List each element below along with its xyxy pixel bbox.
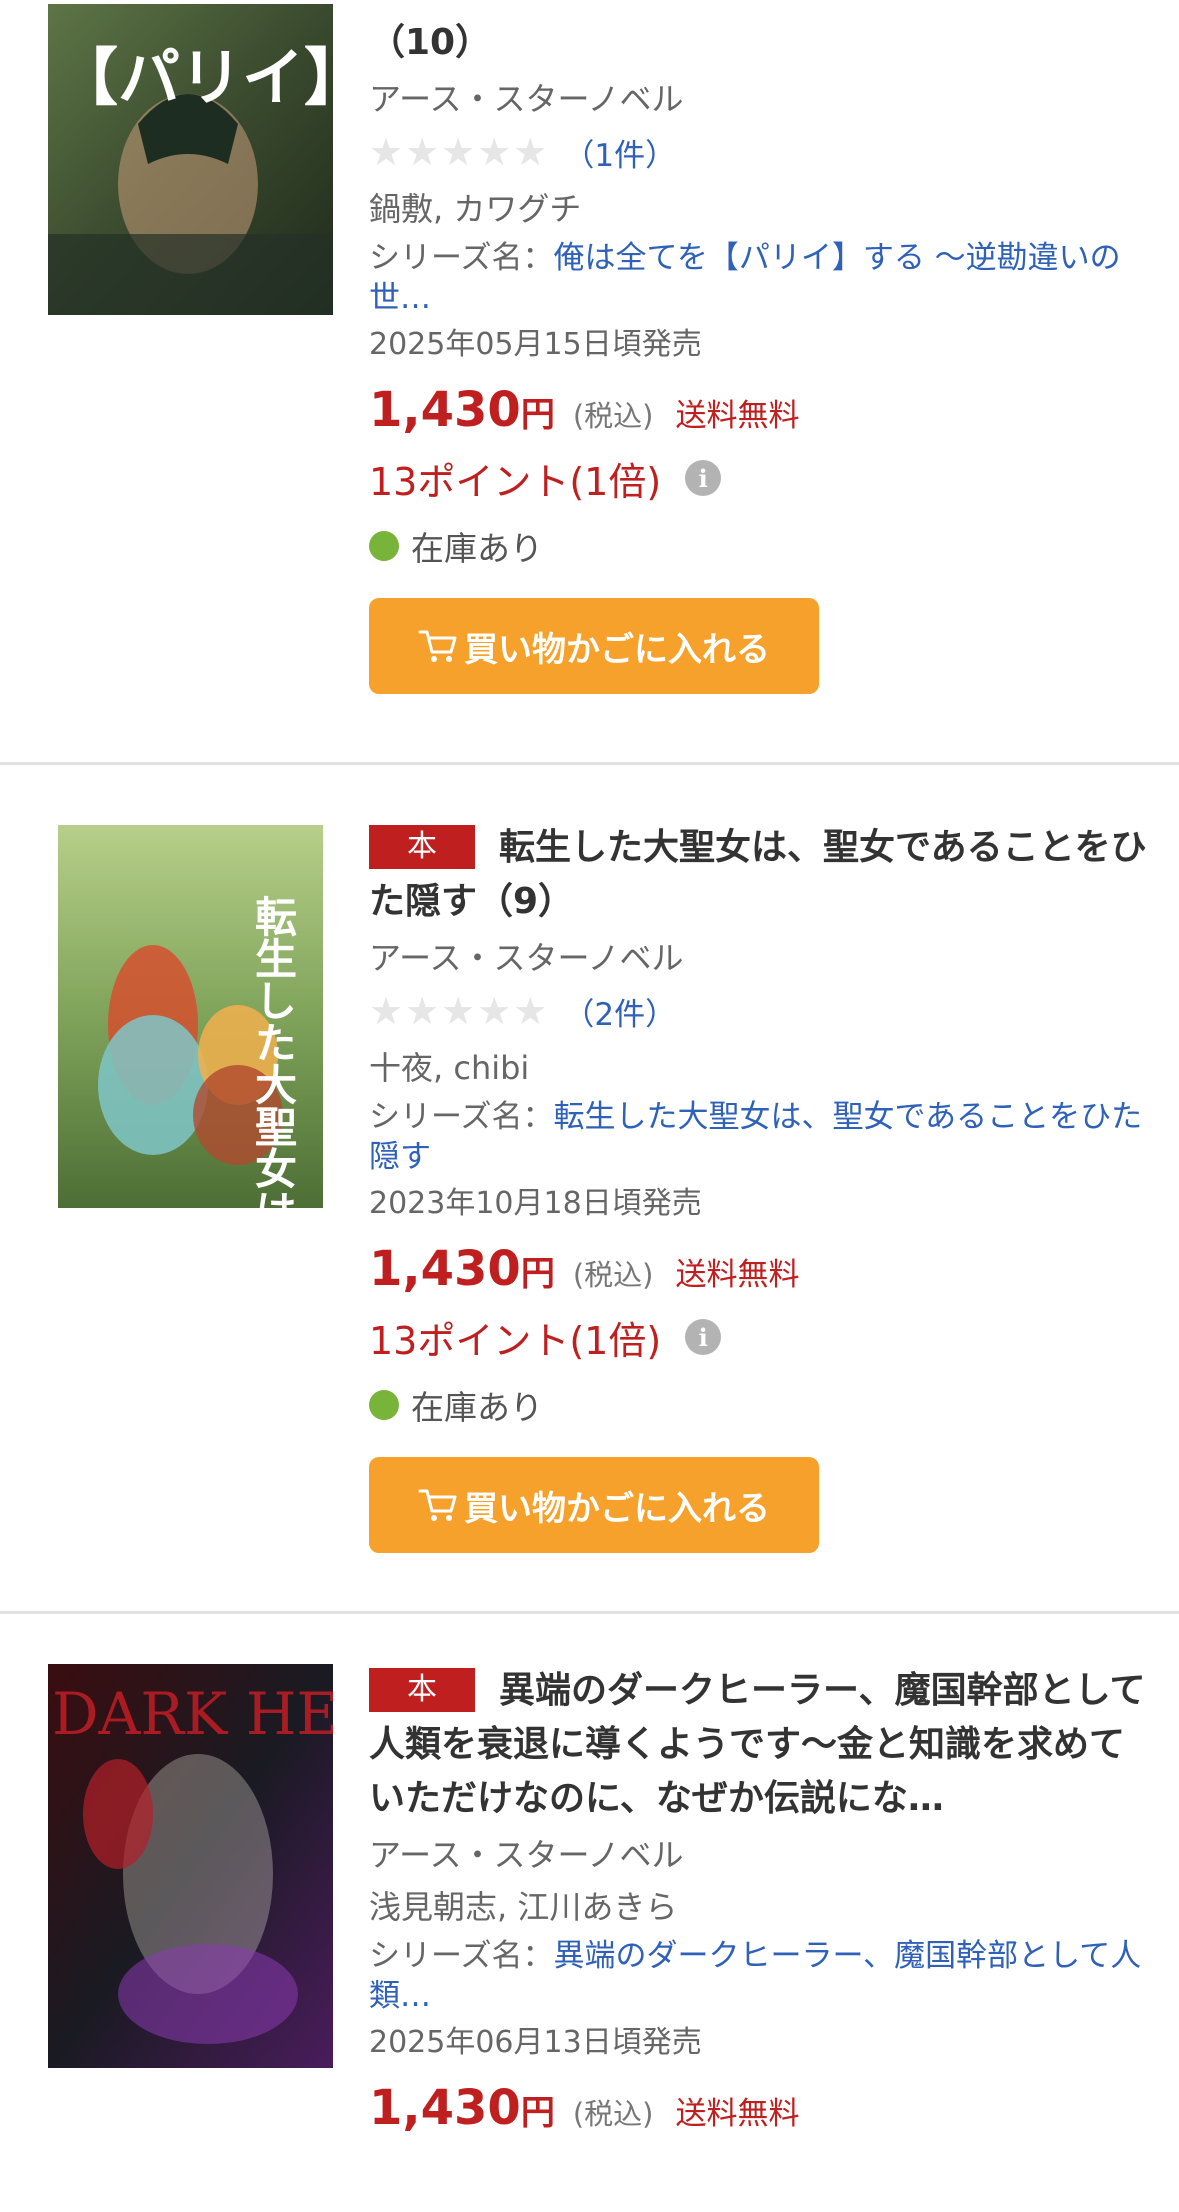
cover-text: 転生した大聖女は、 [249, 895, 298, 1208]
free-shipping-label: 送料無料 [675, 2096, 800, 2132]
release-date: 2025年05月15日頃発売 [369, 327, 702, 362]
cart-icon [418, 1489, 457, 1521]
authors: 浅見朝志, 江川あきら [369, 1888, 678, 1926]
stock-dot-icon [369, 531, 399, 561]
price-currency: 円 [520, 1254, 555, 1294]
points-text: 13ポイント(1倍) [369, 1318, 662, 1363]
stock-text: 在庫あり [411, 1388, 543, 1427]
price-currency: 円 [520, 2093, 555, 2133]
cover-text: 【パリイ】する [56, 41, 333, 114]
free-shipping-label: 送料無料 [675, 1257, 800, 1293]
add-to-cart-button[interactable]: 買い物かごに入れる [369, 1457, 819, 1553]
cart-icon [418, 630, 457, 662]
add-to-cart-button[interactable]: 買い物かごに入れる [369, 598, 819, 694]
price-row: 1,430 円 (税込) 送料無料 [369, 2080, 1149, 2140]
authors: 十夜, chibi [369, 1049, 530, 1087]
stock-status: 在庫あり [369, 1375, 1149, 1435]
info-icon[interactable]: i [685, 1319, 722, 1355]
publisher: アース・スターノベル [369, 80, 684, 118]
product-title[interactable]: 本転生した大聖女は、聖女であることをひた隠す（9） [369, 821, 1149, 929]
rating: ★★★★★ （2件） [369, 983, 1149, 1039]
series-label: シリーズ名： [369, 240, 554, 276]
product-title[interactable]: （10） [369, 16, 1149, 70]
book-cover-image[interactable]: 転生した大聖女は、 [58, 825, 323, 1208]
review-count-link[interactable]: （2件） [563, 989, 676, 1034]
price-value: 1,430 [369, 382, 521, 438]
book-cover-image[interactable]: DARK HEALER [48, 1664, 333, 2068]
series-label: シリーズ名： [369, 1099, 554, 1135]
review-count-link[interactable]: （1件） [563, 130, 676, 175]
stock-text: 在庫あり [411, 529, 543, 568]
add-to-cart-label: 買い物かごに入れる [464, 1489, 770, 1528]
release-date: 2023年10月18日頃発売 [369, 1186, 702, 1221]
stock-dot-icon [369, 1390, 399, 1420]
product-title-text[interactable]: （10） [369, 22, 491, 63]
price-row: 1,430 円 (税込) 送料無料 [369, 1241, 1149, 1301]
info-icon[interactable]: i [685, 460, 722, 496]
star-rating-icon: ★★★★★ [369, 130, 550, 174]
series-line: シリーズ名：転生した大聖女は、聖女であることをひた隠す [369, 1097, 1149, 1177]
product-title-text[interactable]: 転生した大聖女は、聖女であることをひた隠す（9） [369, 827, 1147, 922]
price-row: 1,430 円 (税込) 送料無料 [369, 382, 1149, 442]
publisher: アース・スターノベル [369, 1836, 684, 1874]
points-text: 13ポイント(1倍) [369, 459, 662, 504]
points-row: 13ポイント(1倍) i [369, 1307, 1149, 1367]
authors: 鍋敷, カワグチ [369, 190, 582, 228]
price-value: 1,430 [369, 1241, 521, 1297]
product-item: DARK HEALER 本異端のダークヒーラー、魔国幹部として人類を衰退に導くよ… [0, 1614, 1179, 2212]
book-badge: 本 [369, 825, 475, 869]
product-title[interactable]: 本異端のダークヒーラー、魔国幹部として人類を衰退に導くようです〜金と知識を求めて… [369, 1664, 1149, 1826]
product-item: 【パリイ】する （10） アース・スターノベル ★★★★★ （1件） 鍋敷, カ… [0, 0, 1179, 762]
free-shipping-label: 送料無料 [675, 398, 800, 434]
publisher: アース・スターノベル [369, 939, 684, 977]
tax-label: (税込) [572, 399, 654, 433]
series-line: シリーズ名：俺は全てを【パリイ】する 〜逆勘違いの世… [369, 238, 1149, 318]
cover-text: DARK HEALER [52, 1680, 333, 1748]
star-rating-icon: ★★★★★ [369, 989, 550, 1033]
series-line: シリーズ名：異端のダークヒーラー、魔国幹部として人類… [369, 1936, 1149, 2016]
book-cover-image[interactable]: 【パリイ】する [48, 4, 333, 315]
tax-label: (税込) [572, 1258, 654, 1292]
product-title-text[interactable]: 異端のダークヒーラー、魔国幹部として人類を衰退に導くようです〜金と知識を求めてい… [369, 1670, 1146, 1819]
series-label: シリーズ名： [369, 1938, 554, 1974]
product-item: 転生した大聖女は、 本転生した大聖女は、聖女であることをひた隠す（9） アース・… [0, 765, 1179, 1611]
add-to-cart-label: 買い物かごに入れる [464, 630, 770, 669]
rating: ★★★★★ （1件） [369, 124, 1149, 180]
release-date: 2025年06月13日頃発売 [369, 2025, 702, 2060]
price-currency: 円 [520, 395, 555, 435]
stock-status: 在庫あり [369, 516, 1149, 576]
tax-label: (税込) [572, 2097, 654, 2131]
book-badge: 本 [369, 1668, 475, 1712]
price-value: 1,430 [369, 2080, 521, 2136]
points-row: 13ポイント(1倍) i [369, 448, 1149, 508]
